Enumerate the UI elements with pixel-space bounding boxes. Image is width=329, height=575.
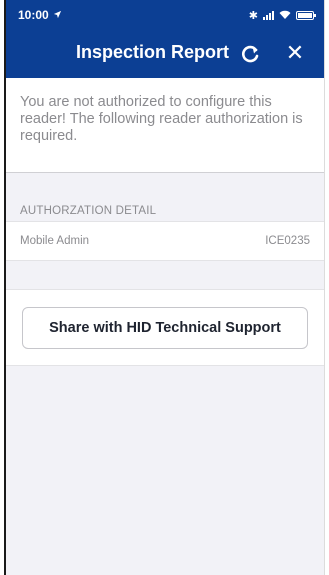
share-section: Share with HID Technical Support <box>6 289 324 366</box>
bluetooth-icon: ✱ <box>248 9 258 22</box>
status-bar: 10:00 ✱ <box>6 0 324 30</box>
location-arrow-icon <box>53 8 62 22</box>
close-icon[interactable]: ✕ <box>283 41 307 65</box>
app-screen: 10:00 ✱ Inspection Report ✕ You are not … <box>4 0 325 575</box>
refresh-icon[interactable] <box>239 43 261 65</box>
nav-bar: Inspection Report ✕ <box>6 30 324 78</box>
status-right: ✱ <box>248 8 316 22</box>
section-header: AUTHORZATION DETAIL <box>20 205 157 217</box>
top-bar: 10:00 ✱ Inspection Report ✕ <box>6 0 324 78</box>
wifi-icon <box>279 8 291 22</box>
status-left: 10:00 <box>18 8 62 22</box>
authorization-value: ICE0235 <box>265 235 310 247</box>
authorization-row: Mobile Admin ICE0235 <box>6 221 324 261</box>
battery-icon <box>296 10 316 20</box>
authorization-message: You are not authorized to configure this… <box>6 78 324 173</box>
share-button[interactable]: Share with HID Technical Support <box>22 306 308 349</box>
signal-icon <box>263 10 274 20</box>
status-time: 10:00 <box>18 8 49 22</box>
authorization-label: Mobile Admin <box>20 235 90 247</box>
page-title: Inspection Report <box>76 42 230 62</box>
